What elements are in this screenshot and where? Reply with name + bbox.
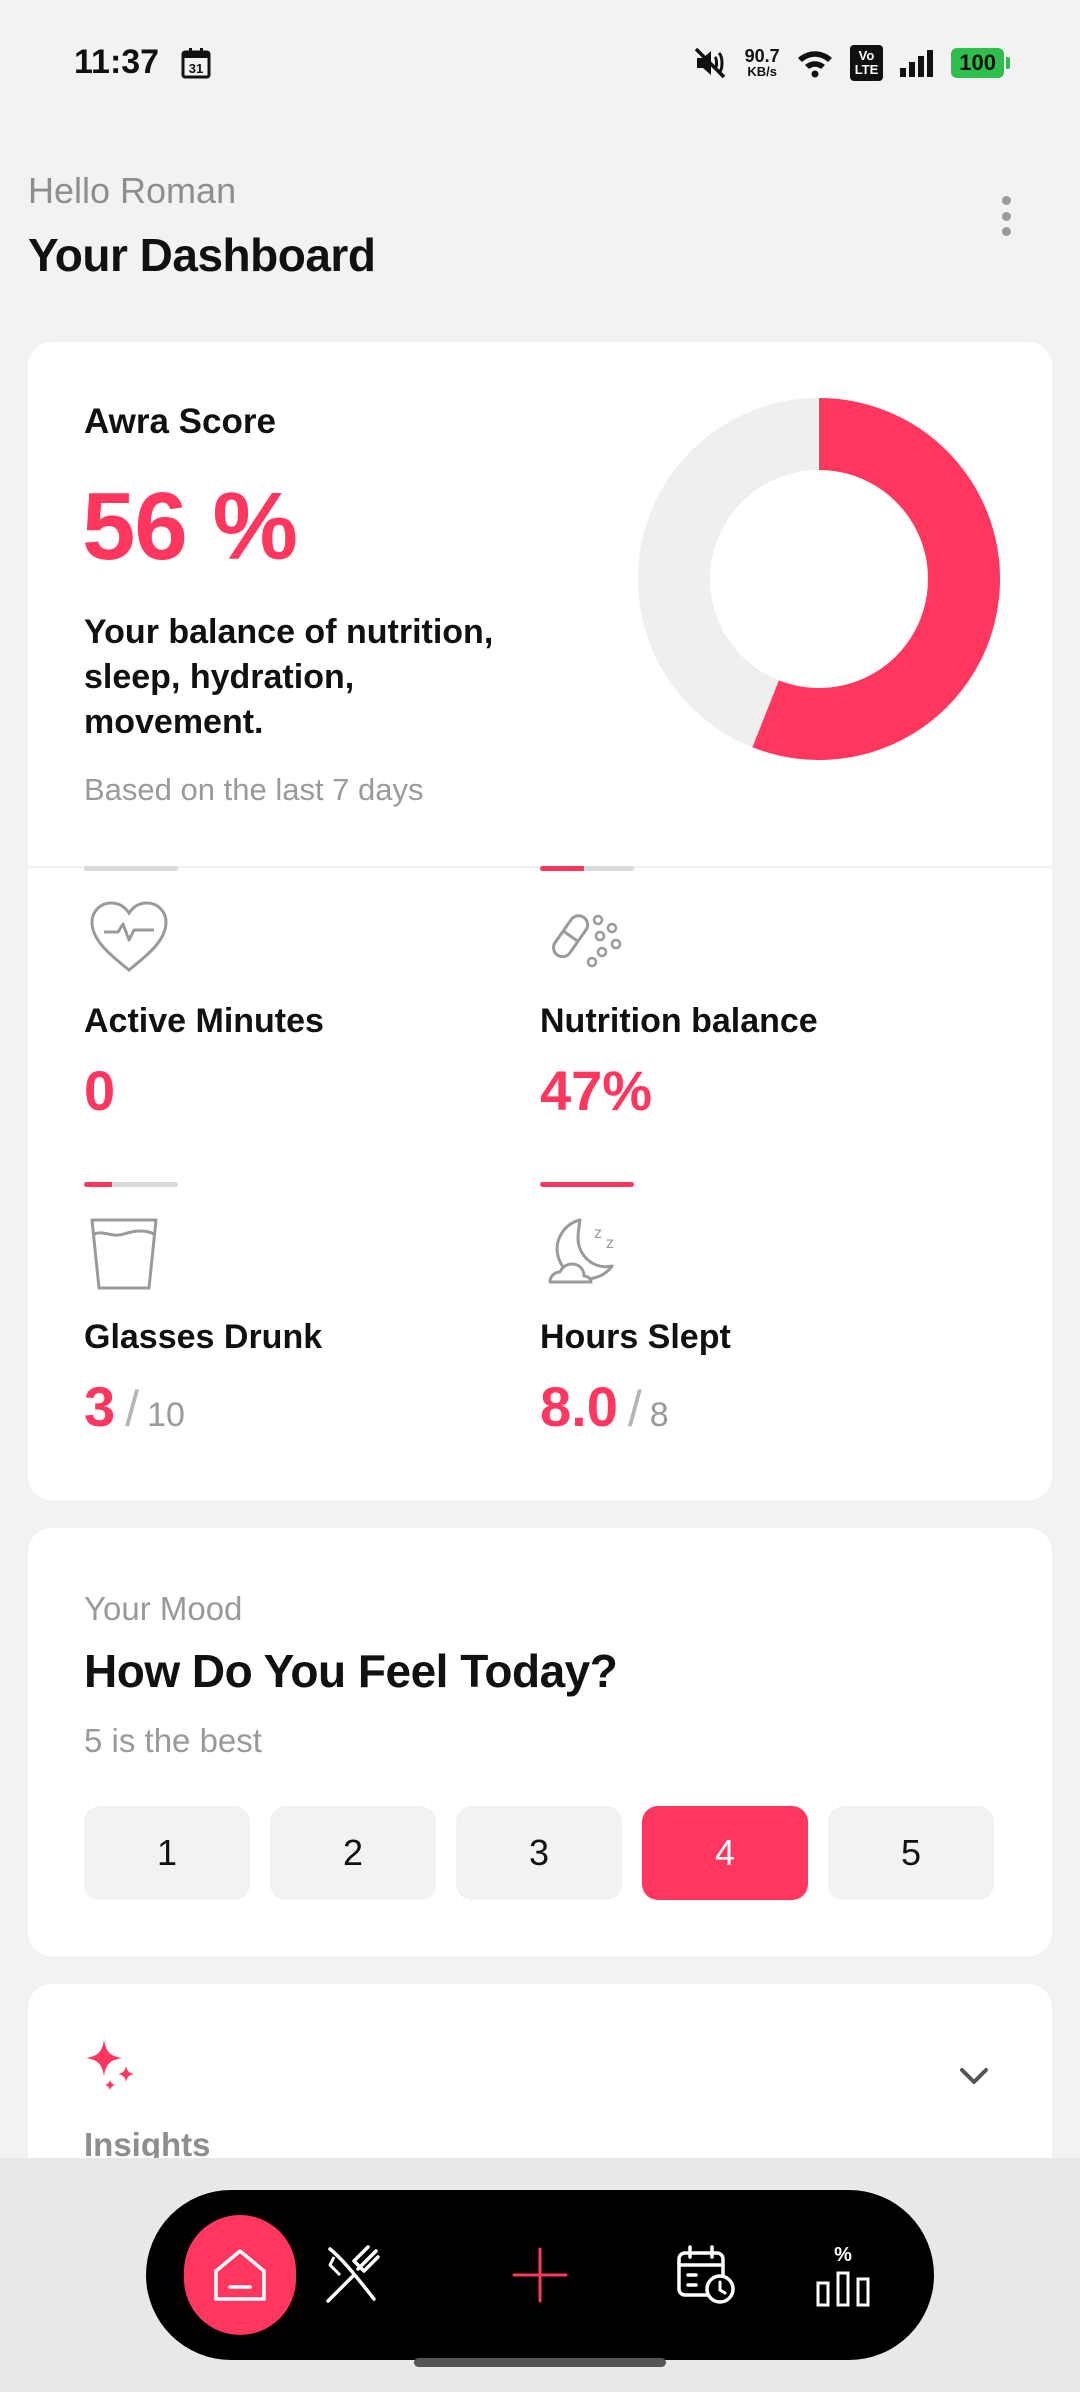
mood-subtitle: Your Mood [84, 1590, 243, 1627]
metric-label: Active Minutes [84, 1002, 324, 1040]
muted-icon [694, 47, 725, 78]
net-speed-value: 90.7 [744, 46, 780, 66]
status-time: 11:37 [74, 43, 160, 81]
mood-title: How Do You Feel Today? [84, 1645, 618, 1697]
pills-icon [552, 914, 622, 968]
nav-food[interactable] [296, 2215, 408, 2335]
signal-icon [900, 49, 934, 77]
battery-level: 100 [959, 49, 996, 75]
fork-knife-icon [326, 2245, 380, 2303]
nav-calendar[interactable] [650, 2215, 762, 2335]
progress-bar [540, 1182, 634, 1187]
home-icon [214, 2249, 266, 2301]
metric-active-minutes[interactable]: Active Minutes 0 [84, 866, 484, 1126]
status-left: 11:37 31 [74, 43, 211, 82]
nav-stats[interactable]: % [788, 2215, 900, 2335]
calendar-day: 31 [189, 61, 203, 76]
score-card[interactable]: Awra Score 56 % Your balance of nutritio… [28, 342, 1052, 1500]
plus-icon [512, 2247, 568, 2303]
nav-add[interactable] [484, 2215, 596, 2335]
metric-number: 0 [84, 1059, 116, 1122]
metric-label: Glasses Drunk [84, 1318, 323, 1356]
svg-text:%: % [834, 2244, 852, 2266]
calendar-clock-icon [677, 2245, 735, 2304]
score-donut-chart [638, 398, 1000, 760]
more-dot-icon [1001, 227, 1011, 236]
metric-value: 0 [84, 1058, 115, 1123]
mood-option-2[interactable]: 2 [270, 1806, 436, 1900]
more-dot-icon [1001, 211, 1011, 221]
metric-number: 8.0 [540, 1375, 618, 1438]
mood-option-4[interactable]: 4 [642, 1806, 808, 1900]
metric-label: Hours Slept [540, 1318, 731, 1356]
progress-bar [540, 866, 634, 871]
metric-hours-slept[interactable]: z z Hours Slept 8.0 / 8 [540, 1182, 940, 1442]
bottom-nav: % [146, 2190, 934, 2360]
svg-text:z: z [594, 1225, 602, 1242]
metric-value: 3 / 10 [84, 1374, 185, 1439]
metric-separator: / [125, 1381, 140, 1437]
home-indicator [414, 2358, 666, 2367]
metric-glasses-drunk[interactable]: Glasses Drunk 3 / 10 [84, 1182, 484, 1442]
mood-options: 1 2 3 4 5 [84, 1806, 994, 1900]
volte-bottom: LTE [854, 61, 879, 77]
heart-pulse-icon [90, 901, 168, 972]
metric-nutrition-balance[interactable]: Nutrition balance 47% [540, 866, 940, 1126]
stats-percent-icon: % [816, 2244, 870, 2307]
greeting: Hello Roman [28, 170, 237, 211]
nav-home[interactable] [184, 2215, 296, 2335]
net-speed-unit: KB/s [747, 64, 777, 79]
progress-bar [84, 866, 178, 871]
metric-total: 10 [147, 1396, 185, 1434]
progress-bar [84, 1182, 178, 1187]
metric-separator: / [627, 1381, 642, 1437]
volte-badge: Vo LTE [849, 44, 884, 81]
score-value: 56 % [82, 473, 298, 580]
sparkle-icon [86, 2040, 134, 2090]
mood-option-3[interactable]: 3 [456, 1806, 622, 1900]
metric-number: 3 [84, 1375, 116, 1438]
mood-option-1[interactable]: 1 [84, 1806, 250, 1900]
net-speed: 90.7 KB/s [745, 47, 780, 78]
moon-sleep-icon: z z [548, 1218, 614, 1284]
more-options-button[interactable] [982, 190, 1030, 242]
mood-card: Your Mood How Do You Feel Today? 5 is th… [28, 1528, 1052, 1956]
metric-value: 8.0 / 8 [540, 1374, 669, 1439]
calendar-icon: 31 [181, 47, 211, 78]
score-label: Awra Score [84, 402, 276, 441]
metric-total: 8 [649, 1396, 669, 1434]
svg-text:z: z [606, 1235, 614, 1252]
mood-option-5[interactable]: 5 [828, 1806, 994, 1900]
glass-icon [90, 1218, 158, 1290]
volte-top: Vo [858, 47, 875, 63]
more-dot-icon [1001, 196, 1011, 205]
donut-progress-arc [752, 398, 1000, 760]
chevron-down-icon[interactable] [954, 2056, 994, 2096]
progress-fill [540, 866, 585, 871]
score-note: Based on the last 7 days [84, 772, 424, 807]
wifi-icon [797, 50, 832, 77]
status-right: 90.7 KB/s Vo LTE 100 [693, 44, 1010, 81]
score-description: Your balance of nutrition, sleep, hydrat… [84, 613, 494, 741]
metric-label: Nutrition balance [540, 1002, 818, 1040]
page-title: Your Dashboard [28, 229, 376, 281]
progress-fill [540, 1182, 634, 1187]
metric-number: 47% [540, 1059, 653, 1122]
mood-hint: 5 is the best [84, 1722, 262, 1759]
battery-indicator: 100 [951, 47, 1010, 78]
status-bar: 11:37 31 90.7 KB/s Vo LTE 100 [0, 0, 1080, 125]
metric-value: 47% [540, 1058, 652, 1123]
progress-fill [84, 1182, 113, 1187]
